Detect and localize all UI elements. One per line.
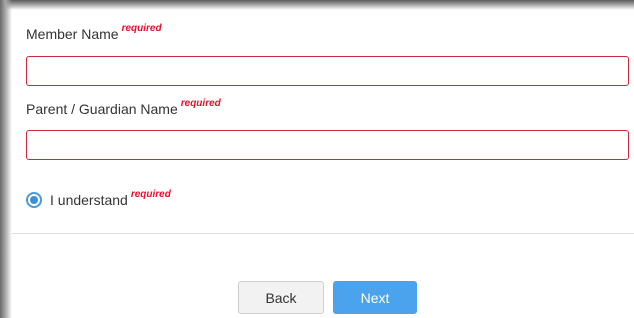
understand-label-text: I understand [50, 192, 128, 208]
member-name-label: Member Name required [26, 23, 162, 42]
window-shadow-top [0, 0, 634, 10]
member-name-label-text: Member Name [26, 26, 119, 42]
radio-dot [30, 196, 38, 204]
guardian-name-label-text: Parent / Guardian Name [26, 101, 178, 117]
form-panel: Member Name required Parent / Guardian Na… [12, 10, 634, 318]
next-button[interactable]: Next [333, 281, 417, 314]
guardian-name-required-tag: required [180, 98, 221, 109]
understand-label[interactable]: I understand required [50, 189, 171, 208]
understand-required-tag: required [130, 189, 171, 200]
footer-divider [12, 233, 634, 234]
guardian-name-input[interactable] [26, 130, 629, 160]
guardian-name-label: Parent / Guardian Name required [26, 98, 221, 117]
form-window: Member Name required Parent / Guardian Na… [0, 0, 634, 318]
member-name-required-tag: required [121, 23, 162, 34]
member-name-input[interactable] [26, 56, 629, 86]
window-shadow-left [0, 0, 12, 318]
radio-selected-icon[interactable] [26, 192, 42, 208]
back-button[interactable]: Back [238, 281, 324, 314]
